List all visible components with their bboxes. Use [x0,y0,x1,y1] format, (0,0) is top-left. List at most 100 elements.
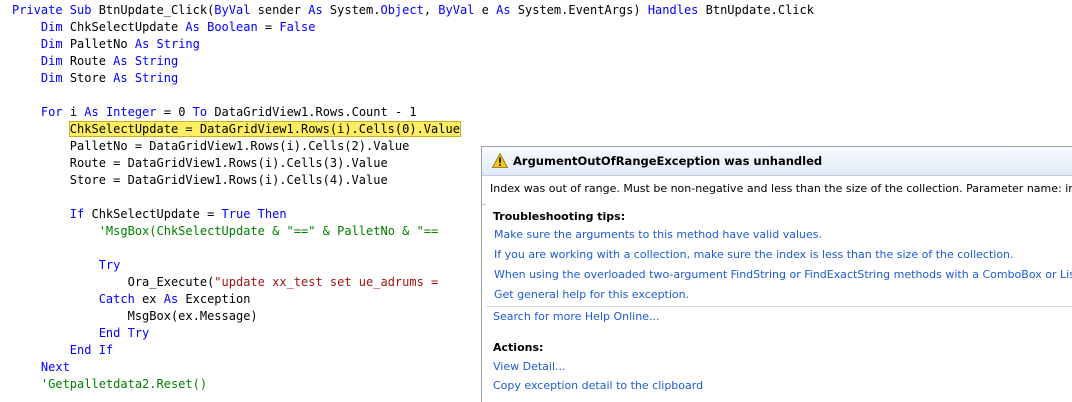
code-token: Store [62,71,114,85]
code-token: Route [62,54,114,68]
comment-token: 'MsgBox(ChkSelectUpdate & "==" & PalletN… [98,224,439,238]
code-line: End If [12,342,113,359]
warning-icon [492,153,508,168]
keyword-token: For [40,105,63,119]
keyword-token: Object [380,3,424,17]
keyword-token: Dim [40,71,63,85]
keyword-token: Dim [40,37,63,51]
exception-message: Index was out of range. Must be non-nega… [490,182,1072,195]
code-line: Private Sub BtnUpdate_Click(ByVal sender… [12,2,814,19]
code-line: For i As Integer = 0 To DataGridView1.Ro… [12,104,417,121]
keyword-token: As [496,3,511,17]
keyword-token: As [308,3,323,17]
keyword-token: Next [40,360,70,374]
keyword-token: If [69,207,85,221]
code-token: sender [250,3,309,17]
code-line: Catch ex As Exception [12,291,251,308]
code-token: MsgBox(ex.Message) [12,309,258,323]
keyword-token: Dim [40,20,63,34]
code-line: 'Getpalletdata2.Reset() [12,376,207,393]
code-line: 'MsgBox(ChkSelectUpdate & "==" & PalletN… [12,223,439,240]
help-actions-area: Search for more Help Online... Actions: … [482,307,1072,402]
code-line: If ChkSelectUpdate = True Then [12,206,287,223]
code-token: Ora_Execute( [12,275,215,289]
code-token: e [474,3,497,17]
code-token: = 0 [156,105,193,119]
keyword-token: ByVal [214,3,251,17]
code-token: ChkSelectUpdate [62,20,186,34]
code-token: ex [134,292,164,306]
current-statement-highlight: ChkSelectUpdate = DataGridView1.Rows(i).… [68,121,461,137]
comment-token: 'Getpalletdata2.Reset() [40,377,208,391]
code-token: Exception [178,292,251,306]
keyword-token: As Integer [84,105,157,119]
exception-message-box[interactable]: Index was out of range. Must be non-nega… [482,176,1072,205]
keyword-token: As [163,292,179,306]
keyword-token: As String [113,54,179,68]
code-token: i [62,105,85,119]
code-line: Dim Store As String [12,70,178,87]
code-token: = [257,20,280,34]
code-token: System.EventArgs) [510,3,648,17]
code-line: Ora_Execute("update xx_test set ue_adrum… [12,274,439,291]
keyword-token: Dim [40,54,63,68]
code-line: Route = DataGridView1.Rows(i).Cells(3).V… [12,155,388,172]
exception-title: ArgumentOutOfRangeException was unhandle… [513,154,823,168]
keyword-token: Try [98,258,121,272]
code-token: , [423,3,439,17]
code-token: PalletNo [62,37,135,51]
tip-link[interactable]: Get general help for this exception. [494,288,689,301]
code-line: Dim PalletNo As String [12,36,200,53]
exception-header: ArgumentOutOfRangeException was unhandle… [482,147,1072,176]
code-line: PalletNo = DataGridView1.Rows(i).Cells(2… [12,138,410,155]
keyword-token: Private Sub [12,3,99,17]
code-line: MsgBox(ex.Message) [12,308,258,325]
tips-heading: Troubleshooting tips: [493,210,626,223]
tip-link[interactable]: If you are working with a collection, ma… [494,248,1014,261]
string-token: "update xx_test set ue_adrums = [214,275,439,289]
code-token: PalletNo = DataGridView1.Rows(i).Cells(2… [12,139,410,153]
code-line: End Try [12,325,150,342]
keyword-token: As String [134,37,200,51]
code-token: ChkSelectUpdate = [84,207,222,221]
keyword-token: True Then [221,207,287,221]
code-line: Try [12,257,121,274]
troubleshooting-tips-panel: Troubleshooting tips: Make sure the argu… [486,204,1072,307]
code-line: Dim Route As String [12,53,178,70]
keyword-token: False [279,20,316,34]
code-token: Route = DataGridView1.Rows(i).Cells(3).V… [12,156,388,170]
tip-link[interactable]: Make sure the arguments to this method h… [494,228,822,241]
keyword-token: To [192,105,208,119]
code-token: DataGridView1.Rows.Count - 1 [207,105,417,119]
tip-link[interactable]: When using the overloaded two-argument F… [494,268,1072,281]
code-line: ChkSelectUpdate = DataGridView1.Rows(i).… [12,121,461,138]
keyword-token: End If [69,343,114,357]
search-help-online-link[interactable]: Search for more Help Online... [493,310,659,323]
code-token: BtnUpdate_Click( [98,3,215,17]
copy-exception-detail-link[interactable]: Copy exception detail to the clipboard [493,379,703,392]
code-token: Store = DataGridView1.Rows(i).Cells(4).V… [12,173,388,187]
actions-heading: Actions: [493,341,544,354]
exception-assistant-popup: ArgumentOutOfRangeException was unhandle… [481,146,1072,402]
view-detail-link[interactable]: View Detail... [493,360,566,373]
keyword-token: Handles [647,3,699,17]
keyword-token: As Boolean [185,20,258,34]
code-line: Next [12,359,70,376]
keyword-token: ByVal [438,3,475,17]
keyword-token: Catch [98,292,135,306]
code-line: Store = DataGridView1.Rows(i).Cells(4).V… [12,172,388,189]
